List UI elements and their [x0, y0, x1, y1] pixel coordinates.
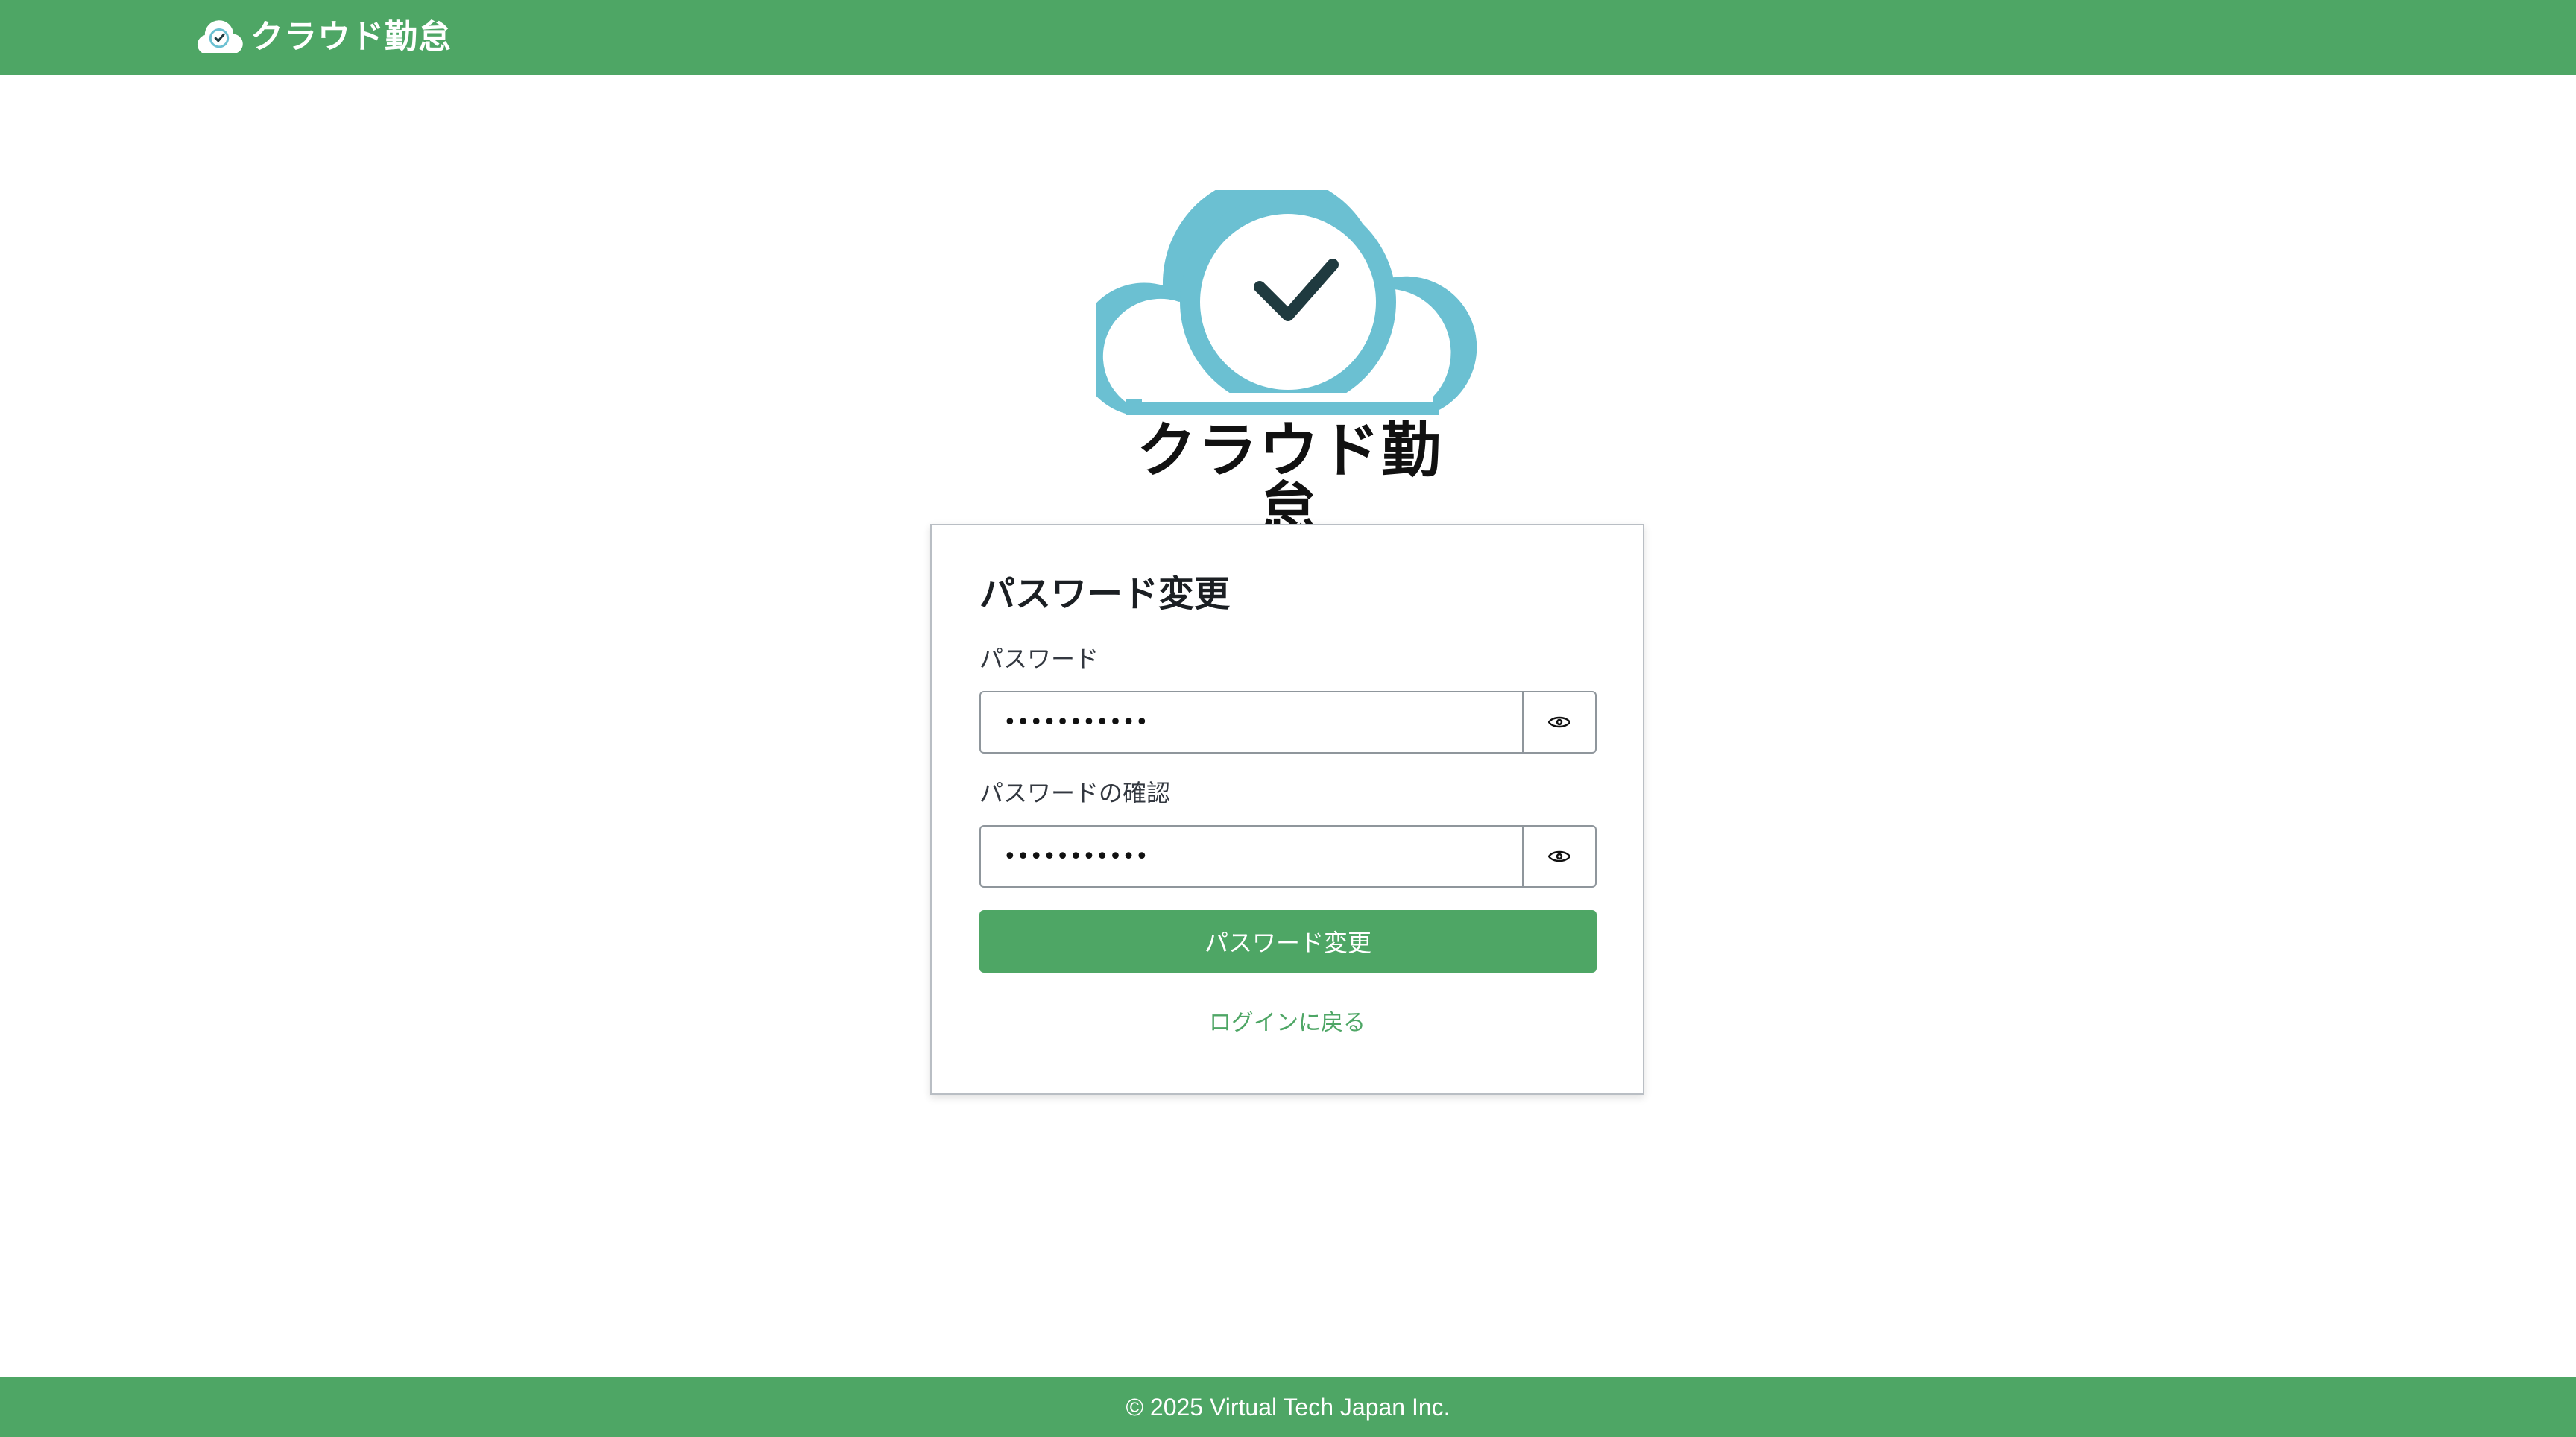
confirm-password-label: パスワードの確認: [979, 779, 1171, 807]
hero-logo-text: クラウド勤怠: [1137, 416, 1442, 545]
password-input[interactable]: [979, 691, 1522, 754]
top-header-bar: クラウド勤怠: [0, 0, 2576, 75]
password-label: パスワード: [979, 645, 1099, 673]
confirm-password-visibility-toggle[interactable]: [1522, 825, 1597, 888]
confirm-password-input[interactable]: [979, 825, 1522, 888]
footer-copyright: © 2025 Virtual Tech Japan Inc.: [1126, 1393, 1450, 1421]
change-password-button[interactable]: パスワード変更: [979, 910, 1597, 973]
password-visibility-toggle[interactable]: [1522, 691, 1597, 754]
cloud-logo-icon: [197, 20, 243, 53]
confirm-password-input-group: [979, 825, 1597, 888]
header-brand[interactable]: クラウド勤怠: [192, 13, 452, 61]
eye-icon: [1548, 850, 1570, 862]
password-change-card: パスワード変更 パスワード パスワードの確認 パスワード変更 ログインに戻る: [930, 524, 1644, 1095]
header-brand-text: クラウド勤怠: [250, 18, 452, 56]
footer-bar: © 2025 Virtual Tech Japan Inc.: [0, 1377, 2576, 1437]
card-title: パスワード変更: [979, 573, 1231, 615]
password-input-group: [979, 691, 1597, 754]
back-to-login-link[interactable]: ログインに戻る: [932, 1010, 1643, 1037]
eye-icon: [1548, 716, 1570, 728]
